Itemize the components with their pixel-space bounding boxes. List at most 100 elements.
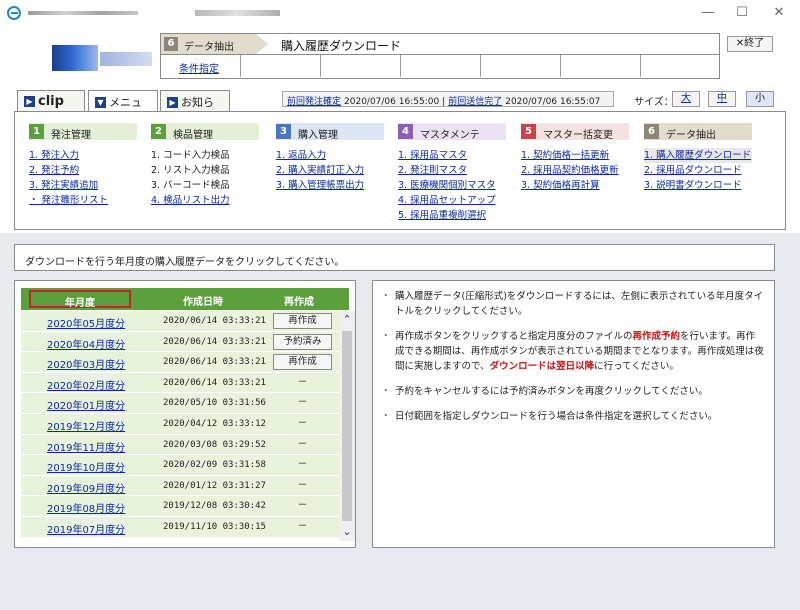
menu-item[interactable]: 2. 購入実績訂正入力 [276, 163, 384, 178]
menu-item[interactable]: 1. 採用品マスタ [398, 148, 506, 163]
menu-group-inspection: 2 検品管理 1. コード入力検品 2. リスト入力検品 3. バーコード検品 … [151, 123, 259, 208]
menu-item[interactable]: 2. 発注則マスタ [398, 163, 506, 178]
scroll-thumb[interactable] [342, 331, 352, 521]
menu-item[interactable]: 5. 採用品重複削選択 [398, 208, 506, 223]
table-row: 2020年02月度分 2020/06/14 03:33:21 － [21, 372, 339, 394]
regenerate-button[interactable]: 再作成 [273, 354, 332, 371]
table-row: 2019年12月度分 2020/04/12 03:33:12 － [21, 413, 339, 435]
menu-item[interactable]: 1. 返品入力 [276, 148, 384, 163]
created-at-cell: 2020/04/12 03:33:12 [163, 418, 266, 429]
logo-text [100, 52, 152, 66]
menu-item[interactable]: ・ 発注雛形リスト [29, 193, 137, 208]
menu-group-title: マスター括変更 [543, 130, 613, 141]
scrollbar[interactable]: ⌃ ⌄ [339, 311, 355, 541]
size-medium-button[interactable]: 中 [708, 91, 736, 107]
menu-item[interactable]: 2. リスト入力検品 [151, 163, 259, 178]
year-month-link[interactable]: 2019年10月度分 [47, 459, 125, 474]
created-at-cell: 2019/12/08 03:30:42 [163, 501, 266, 512]
instruction-text: ダウンロードを行う年月度の購入履歴データをクリックしてください。 [14, 244, 775, 271]
minimize-button[interactable]: — [697, 4, 719, 22]
menu-item-active[interactable]: 1. 購入履歴ダウンロード [644, 148, 752, 163]
size-small-button[interactable]: 小 [746, 91, 774, 107]
menu-item[interactable]: 4. 検品リスト出力 [151, 193, 259, 208]
year-month-link[interactable]: 2019年12月度分 [47, 418, 125, 433]
created-at-cell: 2020/03/08 03:29:52 [163, 439, 266, 450]
menu-item[interactable]: 2. 採用品契約価格更新 [521, 163, 629, 178]
menu-group-number: 3 [276, 124, 291, 139]
menu-item[interactable]: 1. 発注入力 [29, 148, 137, 163]
table-row: 2019年07月度分 2019/11/10 03:30:15 － [21, 516, 339, 538]
menu-item[interactable]: 2. 採用品ダウンロード [644, 163, 752, 178]
prev-send-link[interactable]: 前回送信完了 [448, 97, 502, 107]
menu-item[interactable]: 1. コード入力検品 [151, 148, 259, 163]
table-row: 2019年11月度分 2020/03/08 03:29:52 － [21, 434, 339, 456]
condition-link[interactable]: 条件指定 [179, 64, 219, 75]
created-at-cell: 2020/02/09 03:31:58 [163, 460, 266, 471]
header-step-label: データ抽出 [184, 42, 234, 53]
arrow-right-icon: ▶ [24, 96, 35, 107]
year-month-link[interactable]: 2020年01月度分 [47, 397, 125, 412]
prev-order-time: 2020/07/06 16:55:00 [344, 97, 440, 107]
status-separator: | [442, 97, 446, 107]
header-step: 6 データ抽出 [161, 34, 256, 54]
exit-button[interactable]: ✕終了 [727, 36, 773, 52]
prev-order-link[interactable]: 前回発注確定 [287, 97, 341, 107]
year-month-link[interactable]: 2020年04月度分 [47, 336, 125, 351]
tab-clip-label: clip [38, 94, 64, 109]
history-table-panel: 年月度 作成日時 再作成 2020年05月度分 2020/06/14 03:33:… [14, 280, 356, 548]
year-month-link[interactable]: 2019年11月度分 [47, 439, 125, 454]
arrow-right-icon: ▶ [167, 96, 178, 108]
created-at-cell: 2020/01/12 03:31:27 [163, 480, 266, 491]
year-month-link[interactable]: 2020年05月度分 [47, 315, 125, 330]
year-month-link[interactable]: 2019年07月度分 [47, 521, 125, 536]
breadcrumb-arrow-icon [256, 34, 268, 54]
menu-item[interactable]: 3. 説明書ダウンロード [644, 178, 752, 193]
scroll-down-icon[interactable]: ⌄ [341, 526, 353, 538]
regenerate-button[interactable]: 再作成 [273, 313, 332, 329]
blurred-title-2 [195, 10, 280, 16]
tab-clip[interactable]: ▶ clip [17, 90, 85, 112]
tab-menu[interactable]: ▼メニュー [88, 90, 158, 125]
menu-group-number: 2 [151, 124, 166, 139]
menu-item[interactable]: 3. 契約価格再計算 [521, 178, 629, 193]
table-body: 2020年05月度分 2020/06/14 03:33:21 再作成 2020年04月… [21, 311, 339, 541]
size-large-button[interactable]: 大 [672, 91, 700, 107]
regenerate-button[interactable]: 予約済み [273, 333, 332, 350]
menu-group-data-extract: 6 データ抽出 1. 購入履歴ダウンロード 2. 採用品ダウンロード 3. 説明… [644, 123, 752, 193]
page-header: 6 データ抽出 購入履歴ダウンロード [160, 33, 720, 55]
menu-item[interactable]: 3. 購入管理帳票出力 [276, 178, 384, 193]
tab-news[interactable]: ▶お知らせ [160, 90, 230, 125]
menu-item[interactable]: 3. 医療機関個別マスタ [398, 178, 506, 193]
condition-row: 条件指定 [160, 55, 720, 79]
menu-group-title: 発注管理 [51, 130, 91, 141]
menu-item[interactable]: 2. 発注予約 [29, 163, 137, 178]
menu-group-master: 4 マスタメンテ 1. 採用品マスタ 2. 発注則マスタ 3. 医療機関個別マス… [398, 123, 506, 223]
menu-group-number: 4 [398, 124, 413, 139]
menu-group-title: 検品管理 [173, 130, 213, 141]
browser-icon [7, 6, 21, 20]
table-header: 年月度 作成日時 再作成 [21, 288, 349, 310]
regenerate-none: － [297, 376, 308, 388]
year-month-link[interactable]: 2019年08月度分 [47, 500, 125, 515]
size-label: サイズ： [634, 97, 674, 108]
menu-group-header: 3 購入管理 [276, 123, 384, 141]
scroll-up-icon[interactable]: ⌃ [341, 314, 353, 326]
menu-item[interactable]: 3. バーコード検品 [151, 178, 259, 193]
menu-item[interactable]: 1. 契約価格一括更新 [521, 148, 629, 163]
created-at-cell: 2020/06/14 03:33:21 [163, 357, 266, 368]
year-month-link[interactable]: 2020年03月度分 [47, 356, 125, 371]
menu-item[interactable]: 3. 発注実績追加 [29, 178, 137, 193]
menu-group-header: 2 検品管理 [151, 123, 259, 141]
menu-group-number: 6 [644, 124, 659, 139]
info-panel: 購入履歴データ(圧縮形式)をダウンロードするには、左側に表示されている年月度タイ… [372, 280, 775, 548]
regenerate-none: － [297, 500, 308, 512]
year-month-link[interactable]: 2019年09月度分 [47, 480, 125, 495]
created-at-cell: 2020/06/14 03:33:21 [163, 316, 266, 326]
menu-group-bulk-change: 5 マスター括変更 1. 契約価格一括更新 2. 採用品契約価格更新 3. 契約… [521, 123, 629, 193]
window-close-button[interactable]: ✕ [768, 4, 790, 22]
menu-item[interactable]: 4. 採用品セットアップ [398, 193, 506, 208]
year-month-link[interactable]: 2020年02月度分 [47, 377, 125, 392]
header-step-number: 6 [164, 37, 178, 51]
maximize-button[interactable]: ☐ [731, 4, 753, 22]
created-at-cell: 2020/05/10 03:31:56 [163, 398, 266, 409]
